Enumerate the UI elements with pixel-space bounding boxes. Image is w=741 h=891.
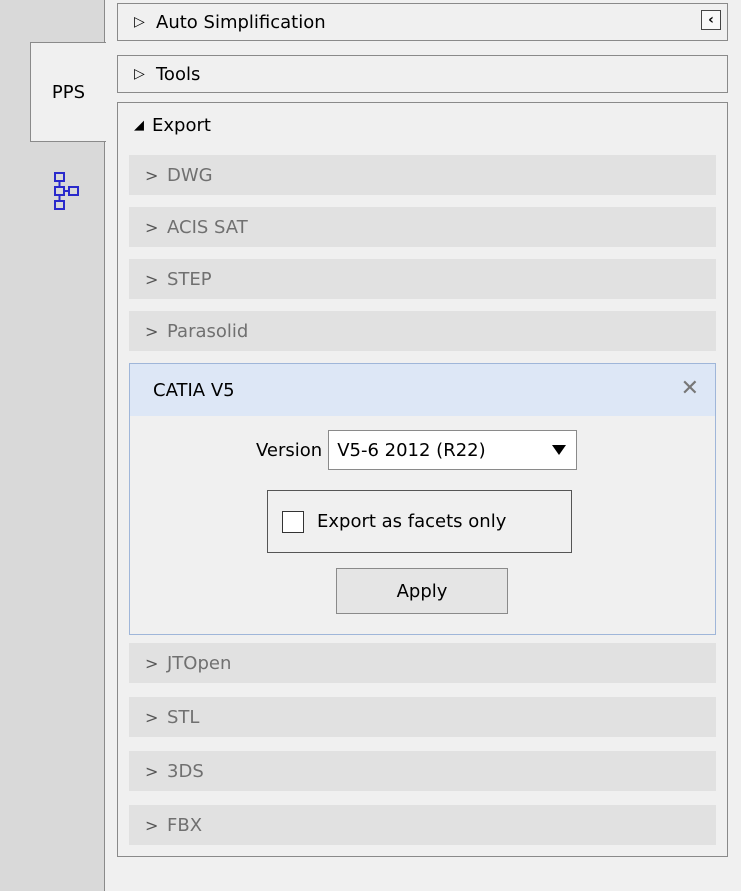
section-export: ◢ Export > DWG > ACIS SAT > STEP > Paras… bbox=[117, 102, 728, 857]
export-item-label: DWG bbox=[167, 164, 213, 186]
export-item-fbx[interactable]: > FBX bbox=[129, 805, 716, 845]
export-item-label: STEP bbox=[167, 268, 212, 290]
side-tab-strip: PPS bbox=[0, 0, 106, 891]
export-item-parasolid[interactable]: > Parasolid bbox=[129, 311, 716, 351]
export-item-3ds[interactable]: > 3DS bbox=[129, 751, 716, 791]
version-value: V5-6 2012 (R22) bbox=[337, 439, 486, 461]
dropdown-arrow-icon bbox=[552, 445, 567, 455]
version-row: Version V5-6 2012 (R22) bbox=[256, 430, 578, 470]
catia-v5-title: CATIA V5 bbox=[153, 379, 235, 401]
export-item-dwg[interactable]: > DWG bbox=[129, 155, 716, 195]
section-auto-simplification[interactable]: ▷ Auto Simplification ‹ bbox=[117, 3, 728, 41]
chevron-right-icon: > bbox=[145, 761, 159, 781]
section-label: Tools bbox=[156, 63, 201, 85]
export-item-jtopen[interactable]: > JTOpen bbox=[129, 643, 716, 683]
version-label: Version bbox=[256, 439, 323, 461]
export-item-label: 3DS bbox=[167, 760, 204, 782]
catia-v5-panel: CATIA V5 ✕ Version V5-6 2012 (R22) Expor… bbox=[129, 363, 716, 635]
export-item-acis-sat[interactable]: > ACIS SAT bbox=[129, 207, 716, 247]
export-item-step[interactable]: > STEP bbox=[129, 259, 716, 299]
apply-button[interactable]: Apply bbox=[336, 568, 508, 614]
tab-pps[interactable]: PPS bbox=[30, 42, 106, 142]
section-label: Auto Simplification bbox=[156, 11, 326, 33]
export-item-stl[interactable]: > STL bbox=[129, 697, 716, 737]
export-item-label: FBX bbox=[167, 814, 203, 836]
export-item-label: JTOpen bbox=[167, 652, 232, 674]
version-select[interactable]: V5-6 2012 (R22) bbox=[328, 430, 578, 470]
chevron-right-icon: > bbox=[145, 707, 159, 727]
expand-triangle-icon: ▷ bbox=[134, 14, 145, 30]
export-header[interactable]: ◢ Export bbox=[134, 115, 211, 136]
main-content: ▷ Auto Simplification ‹ ▷ Tools ◢ Export… bbox=[105, 0, 741, 891]
chevron-right-icon: > bbox=[145, 269, 159, 289]
collapse-arrow-icon[interactable]: ‹ bbox=[701, 10, 721, 30]
chevron-right-icon: > bbox=[145, 815, 159, 835]
export-item-label: ACIS SAT bbox=[167, 216, 248, 238]
tab-pps-label: PPS bbox=[51, 81, 86, 103]
catia-v5-header[interactable]: CATIA V5 ✕ bbox=[130, 364, 715, 416]
export-facets-checkbox[interactable] bbox=[282, 510, 304, 533]
chevron-right-icon: > bbox=[145, 321, 159, 341]
section-tools[interactable]: ▷ Tools bbox=[117, 55, 728, 93]
export-item-label: STL bbox=[167, 706, 200, 728]
tree-structure-icon[interactable] bbox=[54, 172, 80, 212]
section-label: Export bbox=[152, 115, 211, 136]
chevron-right-icon: > bbox=[145, 653, 159, 673]
close-icon[interactable]: ✕ bbox=[681, 376, 699, 401]
export-facets-label: Export as facets only bbox=[317, 511, 507, 532]
export-item-label: Parasolid bbox=[167, 320, 249, 342]
chevron-right-icon: > bbox=[145, 165, 159, 185]
export-facets-checkbox-group[interactable]: Export as facets only bbox=[267, 490, 572, 553]
expand-triangle-icon: ▷ bbox=[134, 66, 145, 82]
collapse-triangle-icon: ◢ bbox=[134, 118, 144, 133]
chevron-right-icon: > bbox=[145, 217, 159, 237]
